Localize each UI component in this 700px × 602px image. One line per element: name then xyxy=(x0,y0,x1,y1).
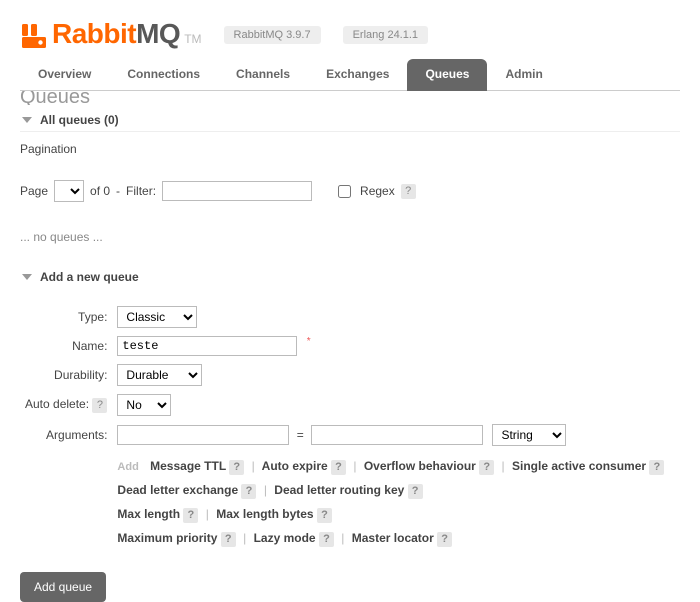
hint-maxlenb[interactable]: Max length bytes xyxy=(216,507,313,521)
durability-select[interactable]: Durable xyxy=(117,364,202,386)
autodelete-label: Auto delete: xyxy=(25,397,89,411)
add-queue-title: Add a new queue xyxy=(40,270,139,284)
rabbitmq-icon xyxy=(20,22,48,50)
tm-text: TM xyxy=(184,32,201,46)
add-queue-button[interactable]: Add queue xyxy=(20,572,106,602)
hint-maxlen[interactable]: Max length xyxy=(117,507,180,521)
all-queues-title: All queues (0) xyxy=(40,113,119,127)
argument-value-input[interactable] xyxy=(311,425,483,445)
regex-checkbox[interactable] xyxy=(338,185,351,198)
help-icon[interactable]: ? xyxy=(221,532,236,547)
version-pill: RabbitMQ 3.9.7 xyxy=(224,26,321,44)
chevron-down-icon xyxy=(22,117,32,123)
page-title-cutoff: Queues xyxy=(20,91,680,105)
pager-row: Page of 0 - Filter: Regex ? xyxy=(20,180,680,202)
tab-channels[interactable]: Channels xyxy=(218,59,308,91)
main-tabs: Overview Connections Channels Exchanges … xyxy=(20,58,680,91)
name-input[interactable] xyxy=(117,336,297,356)
argument-type-select[interactable]: String xyxy=(492,424,566,446)
dash: - xyxy=(116,184,120,198)
argument-key-input[interactable] xyxy=(117,425,289,445)
filter-label: Filter: xyxy=(126,184,156,198)
page-label: Page xyxy=(20,184,48,198)
type-select[interactable]: Classic xyxy=(117,306,197,328)
autodelete-select[interactable]: No xyxy=(117,394,171,416)
help-icon[interactable]: ? xyxy=(649,460,664,475)
tab-connections[interactable]: Connections xyxy=(109,59,218,91)
add-queue-form: Type: Classic Name: * Durability: Durabl… xyxy=(20,302,669,554)
hint-dlrk[interactable]: Dead letter routing key xyxy=(274,483,404,497)
hint-auto-expire[interactable]: Auto expire xyxy=(262,459,328,473)
help-icon[interactable]: ? xyxy=(317,508,332,523)
header: RabbitMQ TM RabbitMQ 3.9.7 Erlang 24.1.1 xyxy=(20,0,680,58)
erlang-pill: Erlang 24.1.1 xyxy=(343,26,428,44)
add-queue-header[interactable]: Add a new queue xyxy=(20,266,680,288)
name-label: Name: xyxy=(20,332,112,360)
equals-sign: = xyxy=(293,428,308,442)
page-select[interactable] xyxy=(54,180,84,202)
tab-queues[interactable]: Queues xyxy=(407,59,487,91)
add-hint: Add xyxy=(117,461,138,473)
tab-admin[interactable]: Admin xyxy=(487,59,560,91)
help-icon[interactable]: ? xyxy=(331,460,346,475)
all-queues-header[interactable]: All queues (0) xyxy=(20,109,680,132)
required-marker: * xyxy=(307,336,311,347)
logo-text: RabbitMQ xyxy=(52,18,180,50)
help-icon[interactable]: ? xyxy=(241,484,256,499)
tab-exchanges[interactable]: Exchanges xyxy=(308,59,407,91)
no-queues-text: ... no queues ... xyxy=(20,202,680,262)
pagination-heading: Pagination xyxy=(20,132,680,180)
durability-label: Durability: xyxy=(20,360,112,390)
hint-maxprio[interactable]: Maximum priority xyxy=(117,531,217,545)
help-icon[interactable]: ? xyxy=(437,532,452,547)
logo[interactable]: RabbitMQ TM xyxy=(20,18,202,50)
hint-message-ttl[interactable]: Message TTL xyxy=(150,459,226,473)
help-icon[interactable]: ? xyxy=(408,484,423,499)
hint-dlx[interactable]: Dead letter exchange xyxy=(117,483,238,497)
hint-master[interactable]: Master locator xyxy=(352,531,434,545)
hint-single-active[interactable]: Single active consumer xyxy=(512,459,646,473)
hint-overflow[interactable]: Overflow behaviour xyxy=(364,459,476,473)
page-of: of 0 xyxy=(90,184,110,198)
hint-lazy[interactable]: Lazy mode xyxy=(254,531,316,545)
chevron-down-icon xyxy=(22,274,32,280)
help-icon[interactable]: ? xyxy=(183,508,198,523)
help-icon[interactable]: ? xyxy=(479,460,494,475)
help-icon[interactable]: ? xyxy=(319,532,334,547)
type-label: Type: xyxy=(20,302,112,332)
filter-input[interactable] xyxy=(162,181,312,201)
arguments-label: Arguments: xyxy=(20,420,112,450)
help-icon[interactable]: ? xyxy=(92,398,107,413)
help-icon[interactable]: ? xyxy=(229,460,244,475)
regex-label: Regex xyxy=(360,184,395,198)
tab-overview[interactable]: Overview xyxy=(20,59,109,91)
help-icon[interactable]: ? xyxy=(401,184,416,199)
